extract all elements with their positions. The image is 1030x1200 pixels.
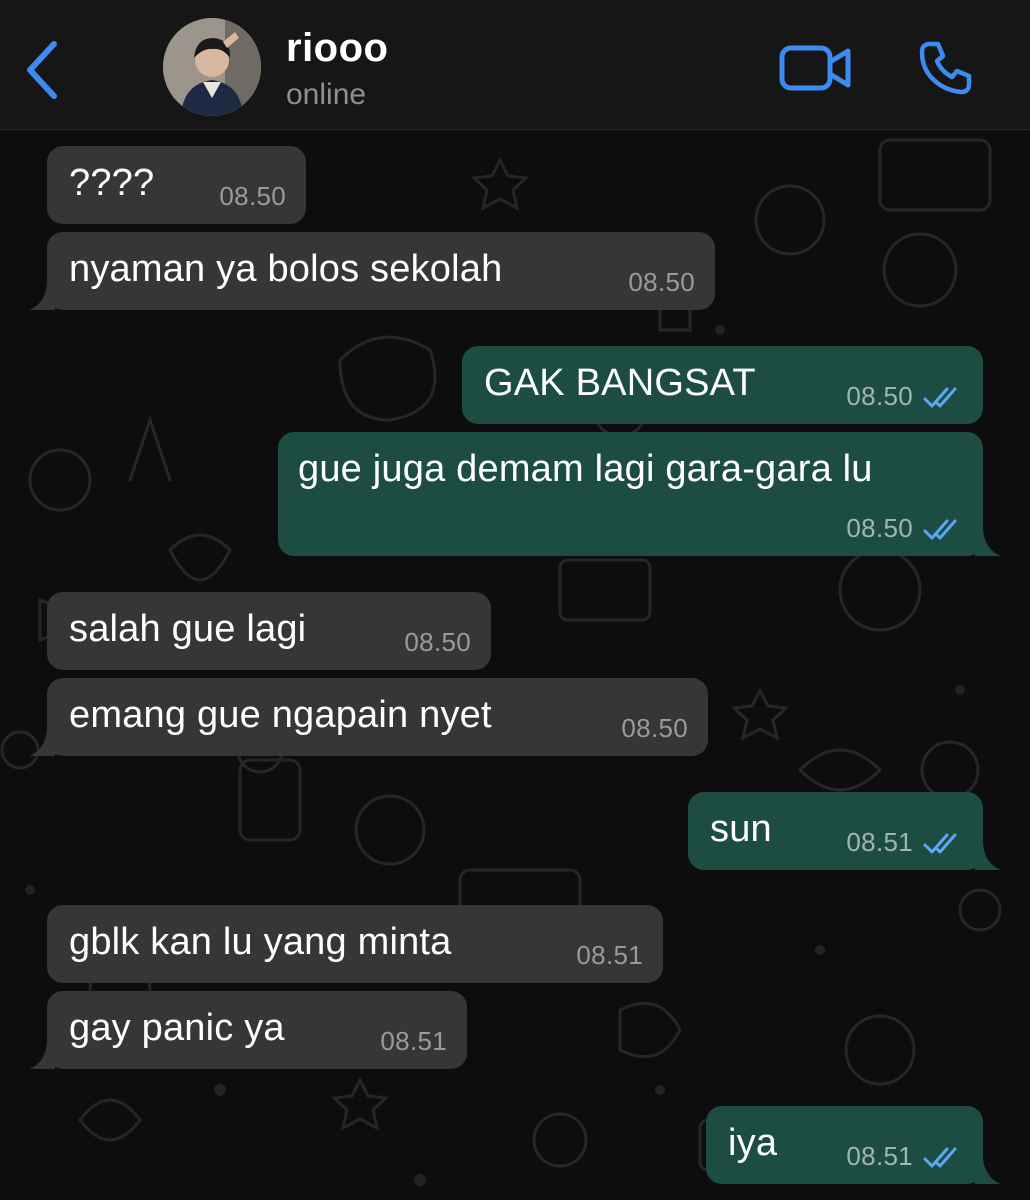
- voice-call-button[interactable]: [916, 38, 976, 98]
- video-camera-icon: [779, 45, 851, 91]
- message-text: gblk kan lu yang minta: [69, 921, 452, 963]
- message-time: 08.50: [404, 627, 471, 657]
- message-time: 08.51: [576, 940, 643, 970]
- video-call-button[interactable]: [778, 42, 854, 94]
- bubble-tail: [975, 844, 1001, 870]
- read-receipt-icon: [923, 519, 957, 540]
- bubble-tail: [975, 530, 1001, 556]
- read-receipt-icon: [923, 387, 957, 408]
- message-text: GAK BANGSAT: [484, 362, 756, 404]
- bubble-tail: [29, 1043, 55, 1069]
- message-time: 08.50: [628, 267, 695, 297]
- message-time: 08.51: [846, 1141, 913, 1171]
- bubble-tail: [29, 730, 55, 756]
- back-button[interactable]: [20, 38, 64, 102]
- message-time: 08.50: [846, 381, 913, 411]
- message-text: gay panic ya: [69, 1007, 285, 1049]
- message-text: emang gue ngapain nyet: [69, 694, 492, 736]
- message-time: 08.51: [380, 1026, 447, 1056]
- message-bubble[interactable]: GAK BANGSAT 08.50: [462, 346, 983, 424]
- message-text: nyaman ya bolos sekolah: [69, 248, 503, 290]
- message-text: gue juga demam lagi gara-gara lu: [298, 448, 873, 490]
- message-bubble[interactable]: emang gue ngapain nyet 08.50: [29, 678, 708, 756]
- message-time: 08.50: [219, 181, 286, 211]
- message-time: 08.51: [846, 827, 913, 857]
- message-time: 08.50: [621, 713, 688, 743]
- phone-icon: [919, 41, 972, 95]
- message-text: ????: [69, 162, 155, 204]
- chat-area[interactable]: ???? 08.50 nyaman ya bolos sekolah 08.50…: [0, 130, 1030, 1200]
- message-text: sun: [710, 808, 772, 850]
- chevron-left-icon: [27, 41, 57, 99]
- message-bubble[interactable]: gue juga demam lagi gara-gara lu 08.50: [278, 432, 1001, 556]
- contact-status: online: [286, 78, 367, 111]
- bubble-tail: [29, 284, 55, 310]
- message-time: 08.50: [846, 513, 913, 543]
- message-bubble[interactable]: sun 08.51: [688, 792, 1001, 870]
- read-receipt-icon: [923, 833, 957, 854]
- message-text: iya: [728, 1122, 778, 1164]
- message-bubble[interactable]: gblk kan lu yang minta 08.51: [47, 905, 663, 983]
- message-bubble[interactable]: ???? 08.50: [47, 146, 306, 224]
- message-bubble[interactable]: gay panic ya 08.51: [29, 991, 467, 1069]
- message-bubble[interactable]: salah gue lagi 08.50: [47, 592, 491, 670]
- message-bubble[interactable]: iya 08.51: [706, 1106, 1001, 1184]
- avatar[interactable]: [163, 18, 261, 116]
- chat-header: riooo online: [0, 0, 1030, 130]
- message-bubble[interactable]: nyaman ya bolos sekolah 08.50: [29, 232, 715, 310]
- bubble-tail: [975, 1158, 1001, 1184]
- message-text: salah gue lagi: [69, 608, 307, 650]
- read-receipt-icon: [923, 1147, 957, 1168]
- contact-name[interactable]: riooo: [286, 26, 388, 71]
- profile-photo: [163, 18, 261, 116]
